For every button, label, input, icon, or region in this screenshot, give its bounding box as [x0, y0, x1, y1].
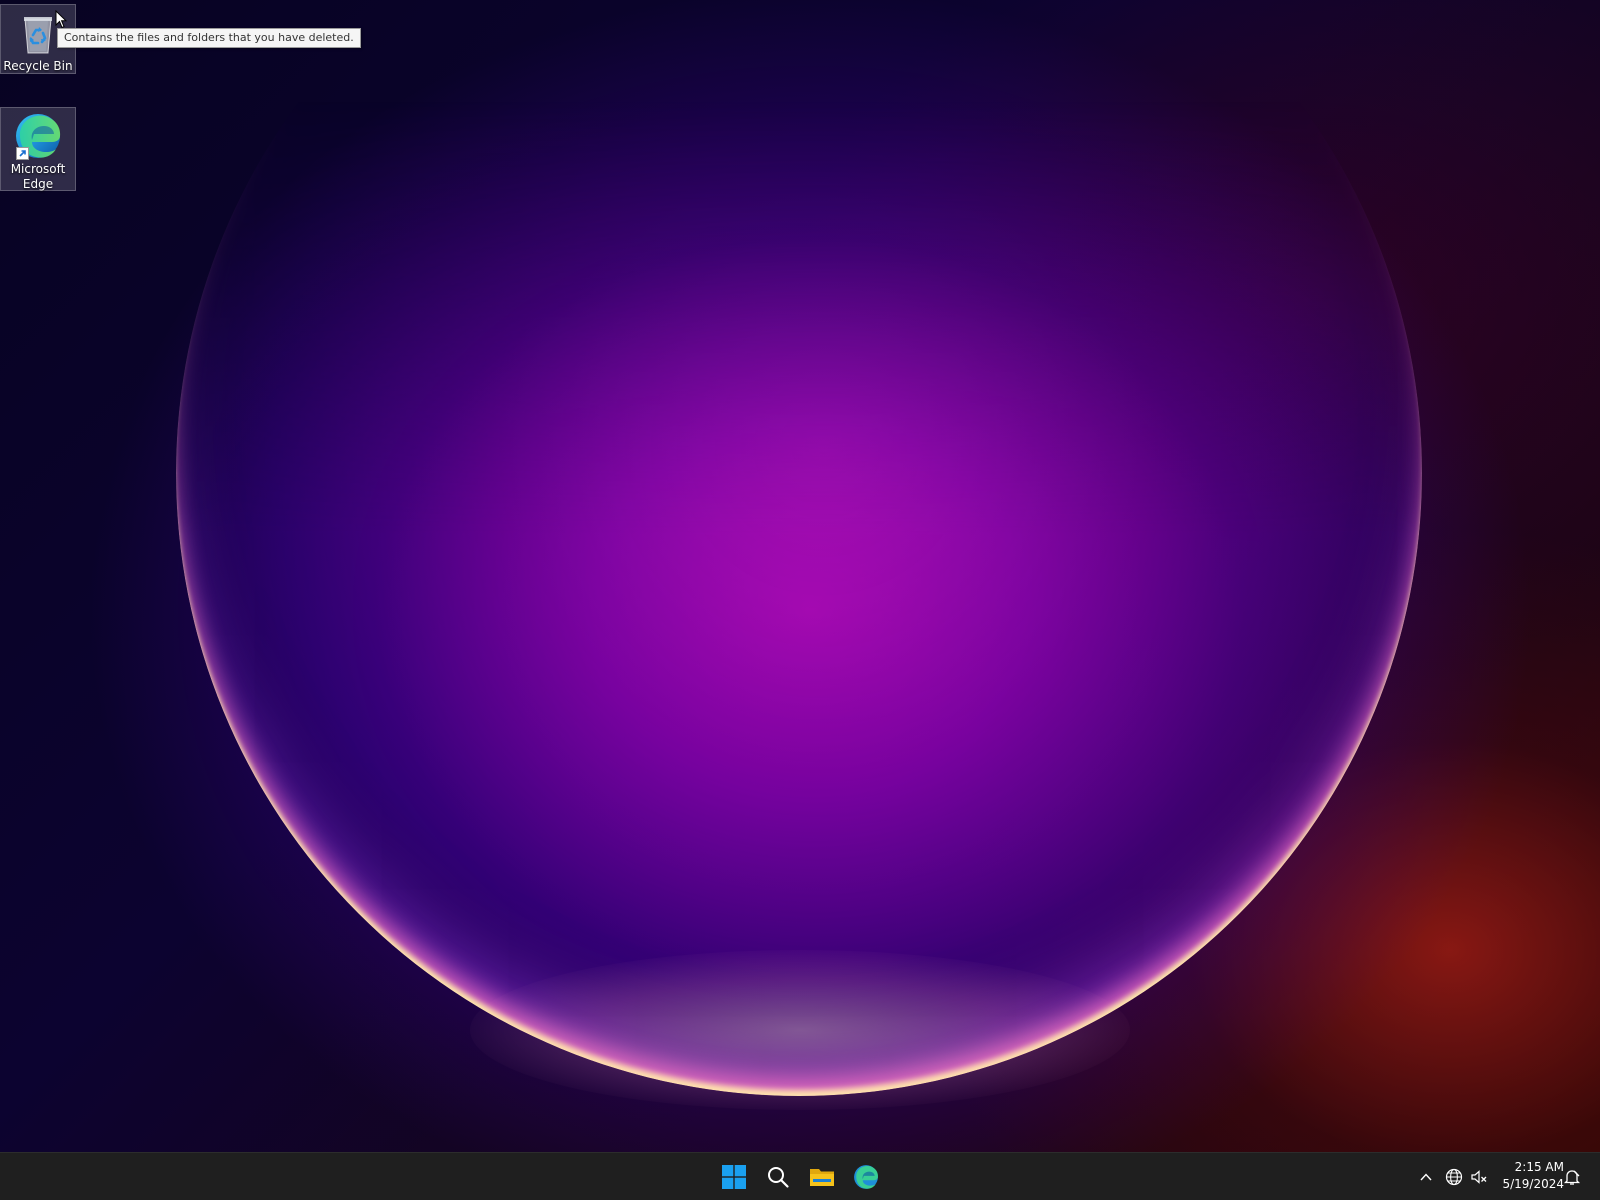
network-globe-icon [1445, 1168, 1463, 1186]
edge-icon [854, 1165, 878, 1189]
search-icon [768, 1167, 789, 1188]
clock[interactable]: 2:15 AM 5/19/2024 [1494, 1159, 1564, 1193]
desktop-icon-label: Recycle Bin [3, 59, 73, 73]
wallpaper-glow [470, 950, 1130, 1110]
file-explorer-button[interactable] [802, 1157, 842, 1197]
wallpaper-orb [176, 0, 1422, 1096]
volume-button[interactable] [1469, 1167, 1489, 1187]
chevron-up-icon [1420, 1173, 1432, 1181]
notification-bell-icon [1563, 1170, 1581, 1185]
edge-icon [14, 112, 62, 160]
folder-icon [810, 1169, 834, 1186]
desktop[interactable]: Recycle Bin Microsoft Edge Contains the … [0, 0, 1600, 1152]
desktop-icon-microsoft-edge[interactable]: Microsoft Edge [0, 107, 76, 191]
taskbar: 2:15 AM 5/19/2024 [0, 1152, 1600, 1200]
start-button[interactable] [714, 1157, 754, 1197]
show-hidden-icons-button[interactable] [1416, 1167, 1436, 1187]
network-button[interactable] [1444, 1167, 1464, 1187]
tooltip: Contains the files and folders that you … [57, 28, 361, 48]
windows-logo-icon [722, 1165, 746, 1189]
clock-date: 5/19/2024 [1502, 1177, 1564, 1191]
shortcut-arrow-icon [16, 147, 29, 160]
notification-center-button[interactable] [1562, 1167, 1582, 1187]
mouse-cursor-icon [55, 10, 67, 29]
edge-taskbar-button[interactable] [846, 1157, 886, 1197]
volume-muted-icon [1471, 1170, 1487, 1184]
search-button[interactable] [758, 1157, 798, 1197]
desktop-icon-label: Microsoft Edge [10, 162, 66, 191]
clock-time: 2:15 AM [1514, 1160, 1564, 1174]
